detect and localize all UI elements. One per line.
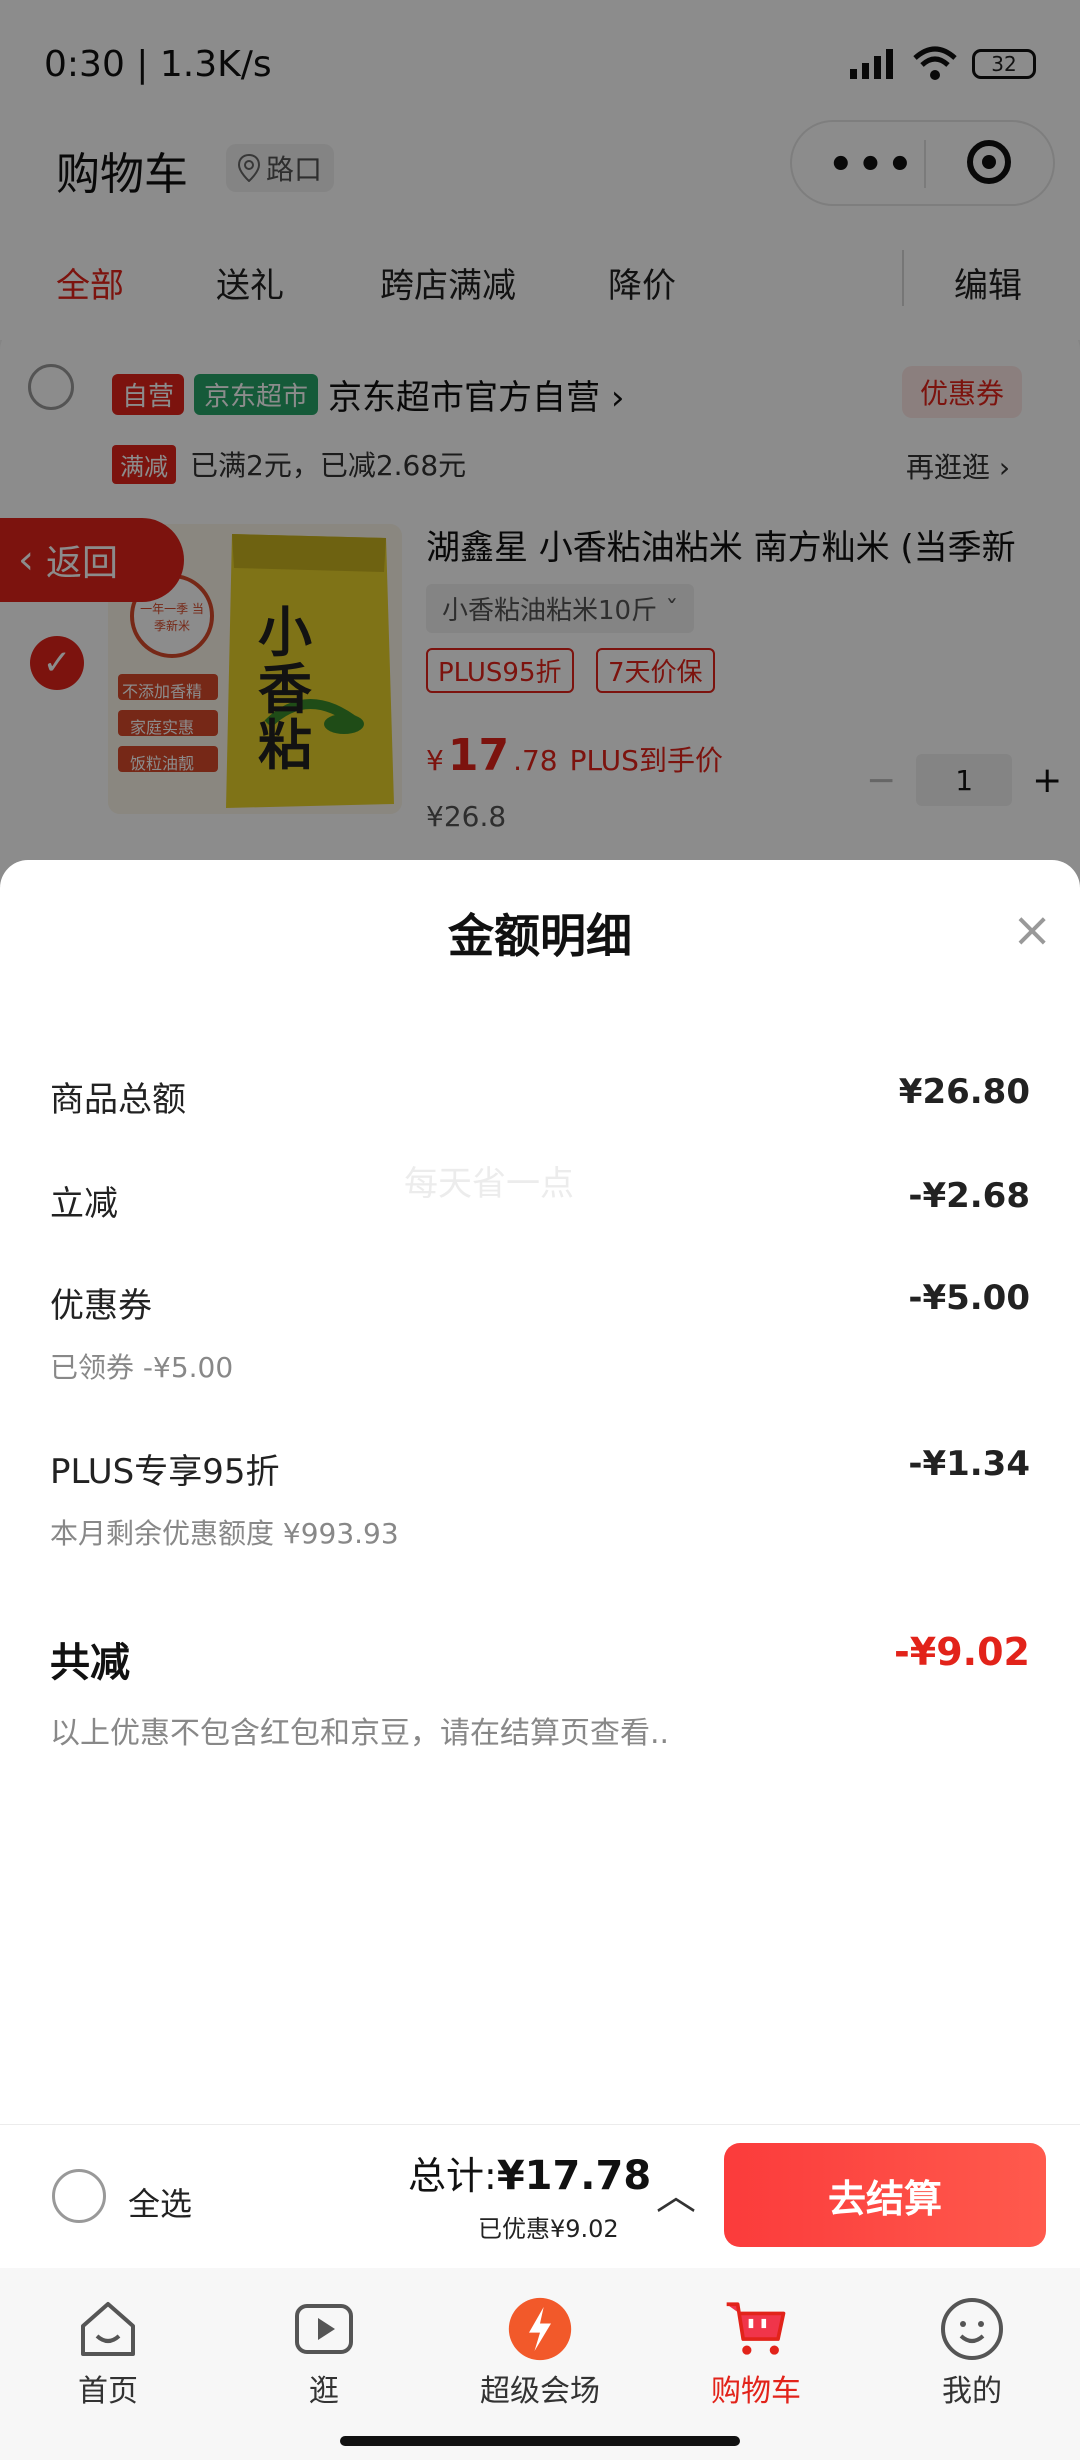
nav-browse-label: 逛 <box>309 2374 339 2409</box>
plus-discount-value: -¥1.34 <box>908 1444 1030 1484</box>
checkout-bar: 全选 总计:¥17.78 已优惠¥9.02 ︿ 去结算 <box>0 2124 1080 2267</box>
watermark-text: 每天省一点 <box>404 1164 574 1204</box>
discount-note: 以上优惠不包含红包和京豆，请在结算页查看.. <box>50 1716 670 1751</box>
close-icon[interactable]: × <box>1012 902 1052 958</box>
total-prefix: 总计: <box>408 2154 497 2198</box>
goods-total-label: 商品总额 <box>50 1080 186 1120</box>
bottom-tab-bar: 首页 逛 超级会场 购物车 我的 <box>0 2268 1080 2460</box>
total-discount-value: -¥9.02 <box>894 1630 1030 1674</box>
plus-discount-label: PLUS专享95折 <box>50 1452 280 1492</box>
home-icon <box>75 2296 141 2362</box>
coupon-sub: 已领券 -¥5.00 <box>50 1351 234 1384</box>
instant-discount-label: 立减 <box>50 1184 118 1224</box>
goods-total-value: ¥26.80 <box>898 1072 1030 1112</box>
nav-venue[interactable]: 超级会场 <box>432 2278 648 2410</box>
nav-profile-label: 我的 <box>942 2374 1002 2409</box>
home-indicator[interactable] <box>340 2436 740 2446</box>
total-line: 总计:¥17.78 <box>408 2145 651 2200</box>
nav-home-label: 首页 <box>78 2374 138 2409</box>
nav-cart[interactable]: 购物车 <box>648 2278 864 2410</box>
select-all-radio[interactable] <box>52 2169 106 2223</box>
cart-icon <box>723 2296 789 2362</box>
nav-home[interactable]: 首页 <box>0 2278 216 2410</box>
total-discount-label: 共减 <box>50 1640 130 1686</box>
checkout-button[interactable]: 去结算 <box>724 2143 1046 2247</box>
nav-cart-label: 购物车 <box>711 2374 801 2409</box>
total-amount: ¥17.78 <box>496 2153 652 2199</box>
nav-profile[interactable]: 我的 <box>864 2278 1080 2410</box>
play-icon <box>291 2296 357 2362</box>
plus-quota-sub: 本月剩余优惠额度 ¥993.93 <box>50 1517 399 1550</box>
nav-browse[interactable]: 逛 <box>216 2278 432 2410</box>
instant-discount-value: -¥2.68 <box>908 1176 1030 1216</box>
profile-icon <box>939 2296 1005 2362</box>
venue-icon <box>507 2296 573 2362</box>
nav-venue-label: 超级会场 <box>480 2374 600 2409</box>
coupon-label: 优惠券 <box>50 1286 152 1326</box>
select-all-label[interactable]: 全选 <box>128 2179 192 2225</box>
saved-amount: 已优惠¥9.02 <box>478 2215 619 2243</box>
chevron-up-icon[interactable]: ︿ <box>656 2163 696 2221</box>
sheet-title: 金额明细 <box>448 909 632 963</box>
coupon-value: -¥5.00 <box>908 1278 1030 1318</box>
